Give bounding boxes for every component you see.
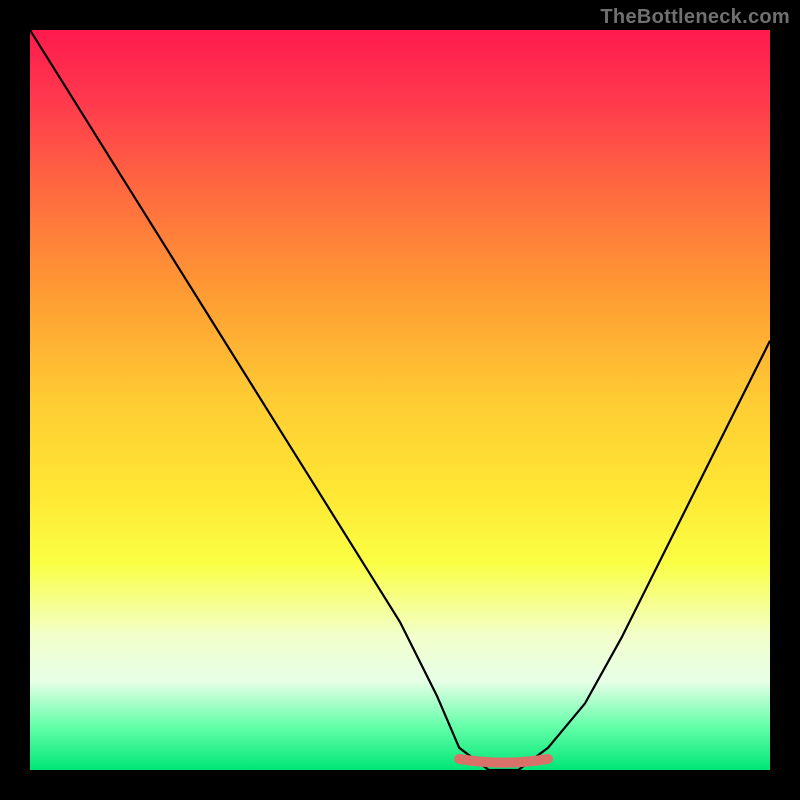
watermark-text: TheBottleneck.com [600,6,790,29]
chart-frame: TheBottleneck.com [0,0,800,800]
curve-layer [30,30,770,770]
mismatch-curve [30,30,770,770]
trough-path [459,759,548,763]
trough-marker [459,759,548,763]
curve-path [30,30,770,770]
